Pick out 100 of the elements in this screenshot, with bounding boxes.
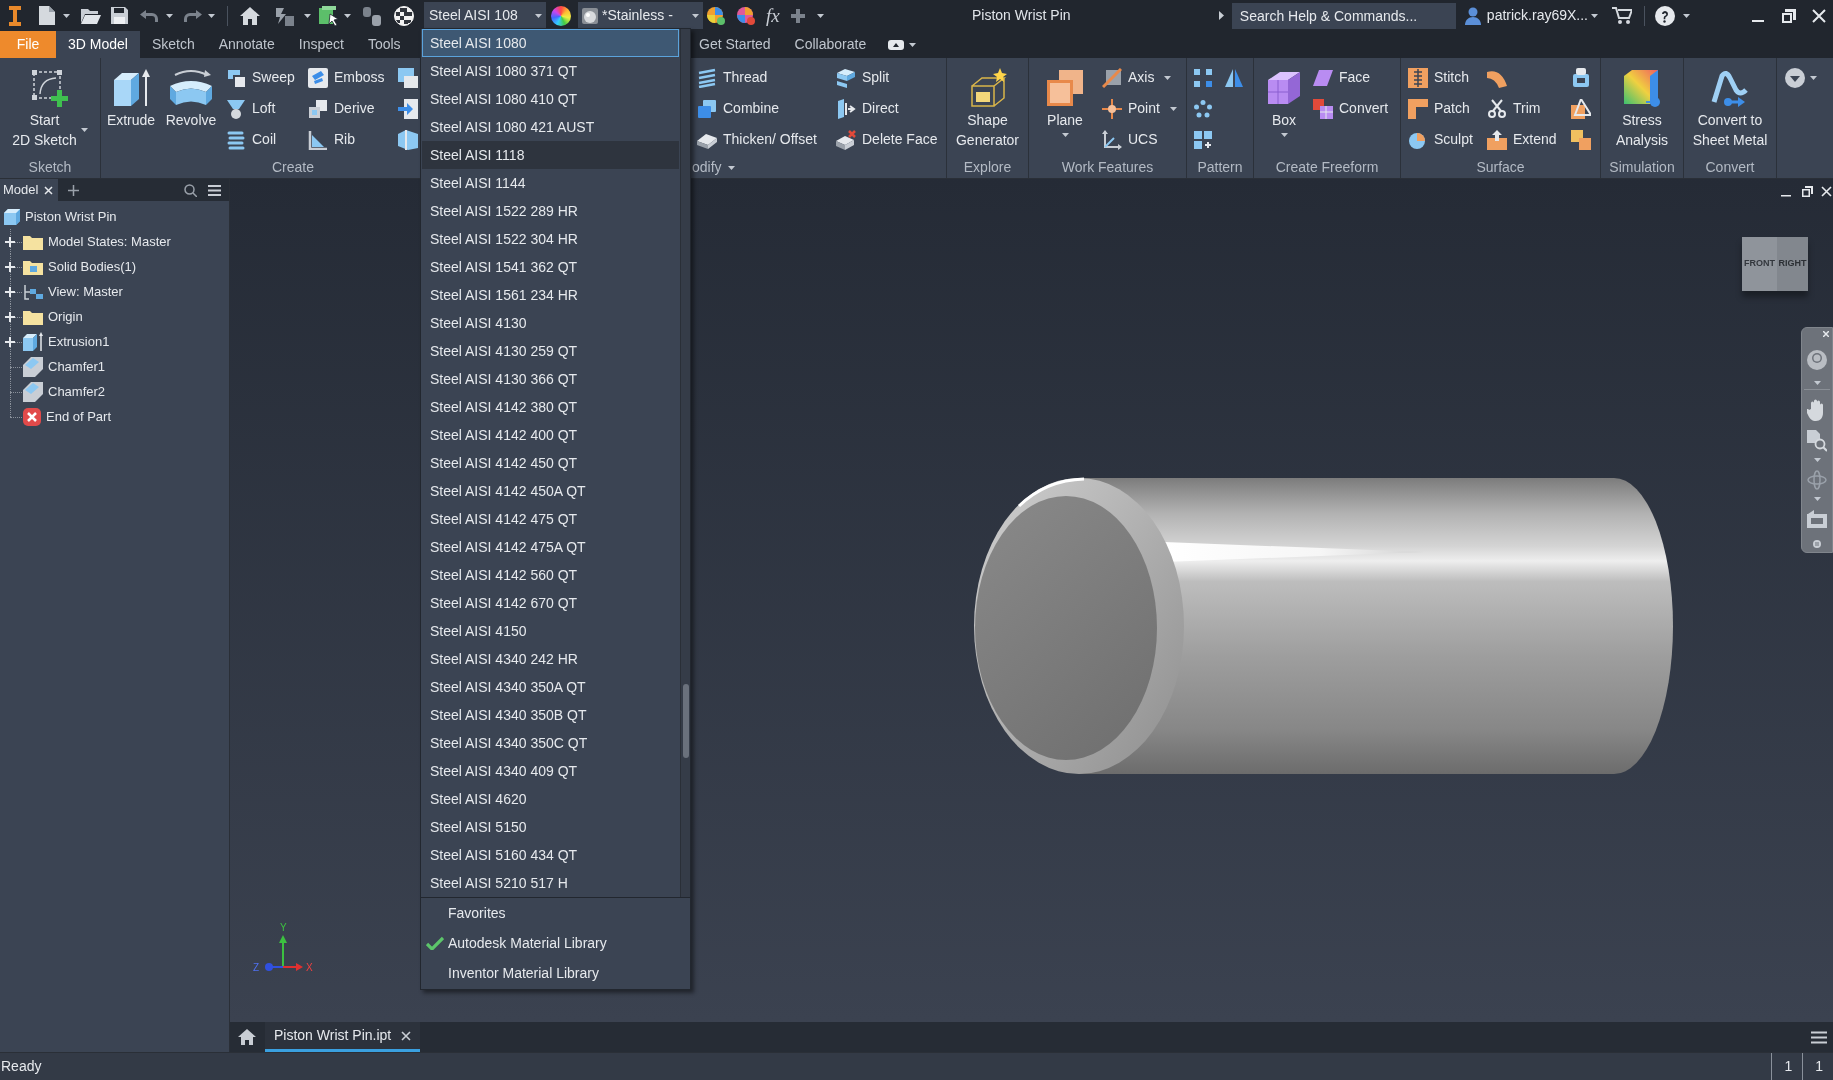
menu-item[interactable]: Steel AISI 4142 475 QT <box>422 505 680 533</box>
ribbon-button[interactable]: Box <box>1256 58 1312 157</box>
ribbon-button[interactable]: Rib <box>308 124 388 155</box>
ribbon-button[interactable]: Loft <box>226 93 308 124</box>
view-cube[interactable]: FRONT RIGHT <box>1742 237 1808 291</box>
home-icon[interactable] <box>240 6 260 25</box>
ribbon-button[interactable]: Direct <box>836 93 946 124</box>
menu-item[interactable]: Steel AISI 1080 <box>422 29 680 57</box>
ribbon-button[interactable]: Combine <box>697 93 836 124</box>
plus-icon[interactable] <box>68 184 80 196</box>
ribbon-button[interactable]: UCS <box>1102 124 1184 155</box>
ribbon-button[interactable]: Trim <box>1487 93 1571 124</box>
box-cursor-icon[interactable] <box>319 5 339 26</box>
caret-icon[interactable] <box>909 42 917 47</box>
tree-item[interactable]: View: Master <box>23 281 123 302</box>
ribbon-button[interactable]: Convert to Sheet Metal <box>1684 58 1776 157</box>
caret-icon[interactable] <box>727 165 735 170</box>
menu-item[interactable]: Steel AISI 4340 242 HR <box>422 645 680 673</box>
square-grid-icon[interactable] <box>1194 130 1212 149</box>
ribbon-button[interactable]: Stress Analysis <box>1601 58 1683 157</box>
menu-icon[interactable] <box>208 184 221 196</box>
caret-icon[interactable] <box>344 13 351 18</box>
new-page-icon[interactable] <box>39 6 55 25</box>
tree-item[interactable]: Chamfer1 <box>23 356 106 377</box>
ribbon-button[interactable]: Axis <box>1102 62 1184 93</box>
mirror-triangles-icon[interactable] <box>1225 68 1243 87</box>
ribbon-tab[interactable]: Inspect <box>286 31 356 58</box>
toggle-pill-icon[interactable] <box>888 39 905 50</box>
material-dropdown[interactable]: Steel AISI 108 <box>424 2 546 29</box>
menu-item[interactable]: Steel AISI 4142 450A QT <box>422 477 680 505</box>
help-icon[interactable] <box>1655 5 1675 26</box>
tree-item[interactable]: Solid Bodies(1) <box>23 256 137 277</box>
ribbon-button[interactable]: Shape Generator <box>947 58 1028 157</box>
ribbon-tab[interactable]: Annotate <box>206 31 287 58</box>
expand-plus-icon[interactable] <box>5 312 15 322</box>
parameters-button[interactable]: fx <box>766 4 780 27</box>
checker-ball-icon[interactable] <box>394 5 414 26</box>
save-icon[interactable] <box>111 7 128 24</box>
ribbon-button[interactable]: Convert <box>1313 93 1399 124</box>
expand-plus-icon[interactable] <box>5 262 15 272</box>
expand-plus-icon[interactable] <box>5 287 15 297</box>
color-ball-icon[interactable] <box>706 5 726 26</box>
folded-block-icon[interactable] <box>398 129 418 150</box>
caret-icon[interactable] <box>63 13 70 18</box>
ribbon-button[interactable]: Thread <box>697 62 836 93</box>
caret-icon[interactable] <box>304 13 311 18</box>
search-field[interactable]: Search Help & Commands... <box>1231 2 1456 29</box>
menu-item[interactable]: Steel AISI 4130 <box>422 309 680 337</box>
triangle-right-icon[interactable] <box>1218 11 1224 20</box>
ribbon-button[interactable]: Start 2D Sketch <box>0 58 100 157</box>
ribbon-button[interactable]: Derive <box>308 93 388 124</box>
caret-icon[interactable] <box>166 13 173 18</box>
ribbon-tab[interactable]: 3D Model <box>56 31 140 58</box>
plus-icon[interactable] <box>790 8 805 23</box>
dot-grid-icon[interactable] <box>1194 68 1212 87</box>
menu-item[interactable]: Steel AISI 1080 371 QT <box>422 57 680 85</box>
ribbon-tab[interactable]: Tools <box>355 31 413 58</box>
ribbon-button[interactable]: Revolve <box>161 58 221 157</box>
menu-item[interactable]: Steel AISI 5150 <box>422 813 680 841</box>
menu-icon[interactable] <box>1811 1030 1827 1044</box>
dropdown-circle-icon[interactable] <box>1785 68 1805 88</box>
ribbon-button[interactable]: Face <box>1313 62 1399 93</box>
menu-item[interactable]: Steel AISI 4340 350B QT <box>422 701 680 729</box>
ribbon-button[interactable]: Extend <box>1487 124 1571 155</box>
caret-icon[interactable] <box>816 13 824 18</box>
menu-item[interactable]: Steel AISI 4340 350C QT <box>422 729 680 757</box>
menu-item[interactable]: Steel AISI 5160 434 QT <box>422 841 680 869</box>
search-icon[interactable] <box>184 183 197 197</box>
arrow-sheet-icon[interactable] <box>398 98 418 119</box>
menu-item[interactable]: Steel AISI 1522 304 HR <box>422 225 680 253</box>
ribbon-button[interactable]: Plane <box>1034 58 1096 157</box>
menu-item[interactable]: Steel AISI 4340 409 QT <box>422 757 680 785</box>
close-icon[interactable] <box>1821 186 1832 197</box>
menu-item[interactable]: Steel AISI 1080 410 QT <box>422 85 680 113</box>
menu-item[interactable]: Steel AISI 4142 400 QT <box>422 421 680 449</box>
menu-item[interactable]: Steel AISI 4150 <box>422 617 680 645</box>
open-folder-icon[interactable] <box>81 7 101 24</box>
tree-item[interactable]: End of Part <box>23 406 112 427</box>
undo-arrow-icon[interactable] <box>140 9 158 22</box>
tree-item[interactable]: Extrusion1 <box>23 331 110 352</box>
document-tab[interactable]: Piston Wrist Pin.ipt <box>265 1022 421 1052</box>
close-icon[interactable] <box>1812 8 1826 23</box>
caret-icon[interactable] <box>1683 13 1690 18</box>
menu-item[interactable]: Inventor Material Library <box>421 958 690 988</box>
menu-item[interactable]: Steel AISI 4340 350A QT <box>422 673 680 701</box>
tree-item[interactable]: Chamfer2 <box>23 381 106 402</box>
redo-arrow-icon[interactable] <box>184 9 202 22</box>
menu-item[interactable]: Steel AISI 4142 670 QT <box>422 589 680 617</box>
tile-stack-icon[interactable] <box>1571 129 1591 150</box>
tree-item[interactable]: Origin <box>23 306 83 327</box>
circle-lines-icon[interactable] <box>1813 540 1821 548</box>
close-icon[interactable] <box>401 1030 412 1041</box>
expand-plus-icon[interactable] <box>5 337 15 347</box>
menu-item[interactable]: Steel AISI 1561 234 HR <box>422 281 680 309</box>
menu-item[interactable]: Steel AISI 1118 <box>422 141 680 169</box>
ribbon-button[interactable]: Extrude <box>101 58 161 157</box>
menu-item[interactable]: Steel AISI 1144 <box>422 169 680 197</box>
menu-item[interactable]: Steel AISI 4142 560 QT <box>422 561 680 589</box>
cart-icon[interactable] <box>1612 6 1632 25</box>
menu-item[interactable]: Steel AISI 1080 421 AUST <box>422 113 680 141</box>
